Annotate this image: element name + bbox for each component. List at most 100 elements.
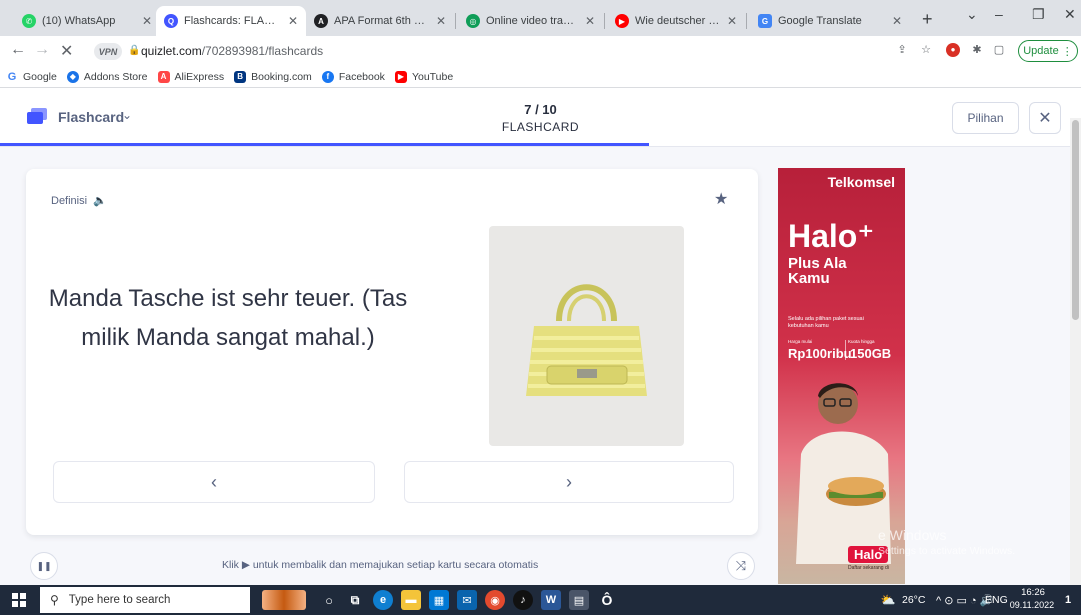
tab-close-icon[interactable]: ✕ xyxy=(436,14,446,28)
window-close-icon[interactable]: ✕ xyxy=(1064,6,1076,23)
restore-icon[interactable]: ❐ xyxy=(1032,6,1045,23)
vpn-badge[interactable]: VPN xyxy=(94,43,122,60)
handbag-image xyxy=(526,284,647,396)
flashcard-header: Flashcard ⌄ 7 / 10 FLASHCARD Pilihan ✕ xyxy=(0,88,1081,147)
taskbar-search[interactable]: ⚲ Type here to search xyxy=(40,587,250,613)
progress-bar xyxy=(0,143,1081,146)
tab-close-icon[interactable]: ✕ xyxy=(585,14,595,28)
edge-icon[interactable]: e xyxy=(373,590,393,610)
booking-icon: B xyxy=(234,70,247,83)
notification-icon[interactable]: 1 xyxy=(1058,590,1078,610)
clock-time[interactable]: 16:26 xyxy=(1008,587,1058,598)
url-field[interactable]: quizlet.com/702893981/flashcards xyxy=(141,44,323,58)
bookmark-label: AliExpress xyxy=(174,70,225,83)
new-tab-icon[interactable]: + xyxy=(922,9,933,30)
onedrive-icon[interactable]: Ô xyxy=(597,590,617,610)
stop-loading-icon[interactable]: ✕ xyxy=(60,41,73,61)
word-icon[interactable]: W xyxy=(541,590,561,610)
shuffle-icon[interactable]: ⤨ xyxy=(727,552,755,580)
star-icon[interactable]: ★ xyxy=(714,189,728,209)
tab-separator xyxy=(455,13,456,29)
whatsapp-icon: ✆ xyxy=(22,14,36,28)
tab-close-icon[interactable]: ✕ xyxy=(142,14,152,28)
chrome-icon[interactable]: ◉ xyxy=(485,590,505,610)
advertisement[interactable]: Telkomsel Halo⁺ Plus Ala Kamu Selalu ada… xyxy=(778,168,905,584)
bookmark-facebook[interactable]: f Facebook xyxy=(321,70,385,83)
tab-close-icon[interactable]: ✕ xyxy=(892,14,902,28)
ad-footer-text: Daftar sekarang di xyxy=(848,565,889,571)
back-arrow-icon[interactable]: ← xyxy=(10,41,26,59)
ad-price-label-b: Kuota hingga xyxy=(848,339,875,344)
tab-whatsapp[interactable]: ✆ (10) WhatsApp ✕ xyxy=(14,6,160,36)
tab-transcribe[interactable]: ◎ Online video transcrip ✕ xyxy=(458,6,603,36)
chevron-left-icon: ‹ xyxy=(211,471,217,492)
cortana-icon[interactable]: ○ xyxy=(319,590,339,610)
ad-headline: Halo⁺ xyxy=(788,218,875,254)
tab-search-chevron-icon[interactable]: ⌄ xyxy=(966,6,978,23)
share-icon[interactable]: ⇪ xyxy=(895,43,909,57)
transcribe-icon: ◎ xyxy=(466,14,480,28)
windows-start-icon[interactable] xyxy=(12,593,26,607)
bookmark-label: Addons Store xyxy=(83,70,148,83)
mail-icon[interactable]: ✉ xyxy=(457,590,477,610)
quizlet-icon: Q xyxy=(164,14,178,28)
extension-red-icon[interactable]: ● xyxy=(946,43,960,57)
speaker-icon[interactable]: 🔈 xyxy=(93,194,107,207)
bookmark-google[interactable]: G Google xyxy=(6,70,57,83)
card-definition-text: Manda Tasche ist sehr teuer. (Tas milik … xyxy=(48,285,408,351)
update-button[interactable]: Update ⋮ xyxy=(1018,40,1078,62)
store-icon[interactable]: ▦ xyxy=(429,590,449,610)
taskbar-search-placeholder: Type here to search xyxy=(68,594,171,606)
sidepanel-icon[interactable]: ▢ xyxy=(992,43,1006,57)
facebook-icon: f xyxy=(321,70,334,83)
page-scrollbar[interactable] xyxy=(1070,118,1081,585)
weather-icon[interactable]: ⛅ xyxy=(878,590,898,610)
file-explorer-icon[interactable]: ▬ xyxy=(401,590,421,610)
ad-price-a: Rp100ribu xyxy=(788,346,852,361)
address-bar: ← → ✕ VPN 🔒 quizlet.com/702893981/flashc… xyxy=(0,36,1081,66)
windows-taskbar: ⚲ Type here to search ○ ⧉ e ▬ ▦ ✉ ◉ ♪ W … xyxy=(0,585,1081,615)
task-view-icon[interactable]: ⧉ xyxy=(345,590,365,610)
notification-count: 1 xyxy=(1064,594,1072,606)
lock-icon[interactable]: 🔒 xyxy=(128,45,140,56)
bookmark-booking[interactable]: B Booking.com xyxy=(234,70,312,83)
activation-watermark-title: e Windows xyxy=(878,527,947,543)
tab-label: Online video transcrip xyxy=(486,15,579,27)
ad-price-label-a: Harga mulai xyxy=(788,339,813,344)
addons-icon: ◆ xyxy=(66,70,79,83)
clock-date[interactable]: 09.11.2022 xyxy=(1004,600,1060,610)
card-image xyxy=(489,226,684,446)
update-label: Update xyxy=(1023,45,1059,57)
extensions-puzzle-icon[interactable]: ✱ xyxy=(970,43,984,57)
minimize-icon[interactable]: – xyxy=(995,6,1003,22)
forward-arrow-icon[interactable]: → xyxy=(34,41,50,59)
options-button[interactable]: Pilihan xyxy=(952,102,1019,134)
progress-count: 7 / 10 xyxy=(524,102,557,117)
tab-close-icon[interactable]: ✕ xyxy=(727,14,737,28)
bookmark-youtube[interactable]: ▶ YouTube xyxy=(394,70,453,83)
scrollbar-thumb[interactable] xyxy=(1072,120,1079,320)
tab-translate[interactable]: G Google Translate ✕ xyxy=(750,6,910,36)
tiktok-icon[interactable]: ♪ xyxy=(513,590,533,610)
url-path: /702893981/flashcards xyxy=(201,44,324,58)
close-icon[interactable]: ✕ xyxy=(1029,102,1061,134)
bookmark-star-icon[interactable]: ☆ xyxy=(919,43,933,57)
pause-icon[interactable]: ❚❚ xyxy=(30,552,58,580)
tab-apa[interactable]: A APA Format 6th Editio ✕ xyxy=(306,6,454,36)
tab-quizlet[interactable]: Q Flashcards: FLASHCAR ✕ xyxy=(156,6,306,36)
next-card-button[interactable]: › xyxy=(404,461,734,503)
bookmark-aliexpress[interactable]: A AliExpress xyxy=(157,70,225,83)
bookmark-addons-store[interactable]: ◆ Addons Store xyxy=(66,70,148,83)
tab-label: Google Translate xyxy=(778,15,862,27)
tab-separator xyxy=(604,13,605,29)
tab-close-icon[interactable]: ✕ xyxy=(288,14,298,28)
ad-price-b: 150GB xyxy=(850,346,892,361)
news-widget-icon[interactable] xyxy=(262,590,306,610)
tab-youtube[interactable]: ▶ Wie deutscher Plastik ✕ xyxy=(607,6,745,36)
activation-watermark-text: Settings to activate Windows. xyxy=(878,545,1016,557)
flashcard[interactable]: Definisi 🔈 ★ Manda Tasche ist sehr teuer… xyxy=(26,169,758,535)
previous-card-button[interactable]: ‹ xyxy=(53,461,375,503)
tab-label: APA Format 6th Editio xyxy=(334,15,430,27)
app-icon[interactable]: ▤ xyxy=(569,590,589,610)
weather-temp[interactable]: 26°C xyxy=(902,594,925,606)
